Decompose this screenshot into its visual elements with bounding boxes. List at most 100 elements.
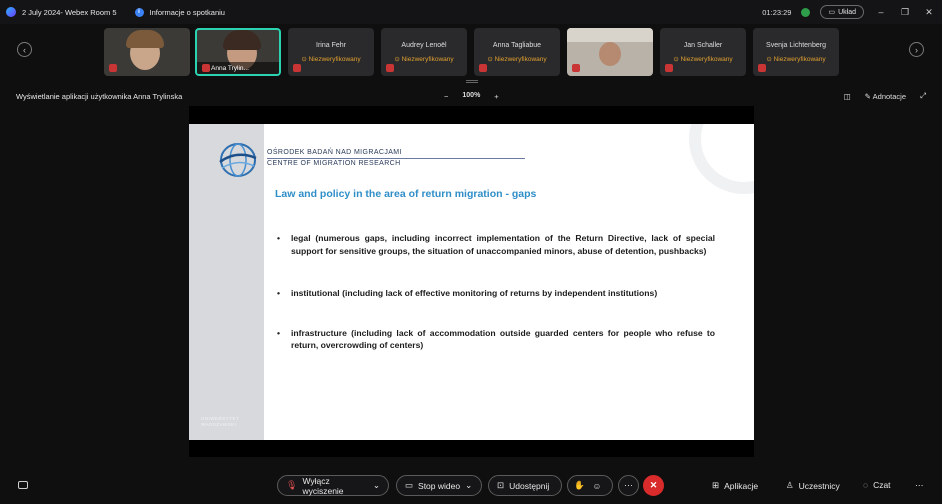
meeting-timer: 01:23:29 (762, 7, 792, 17)
restore-icon[interactable]: ❐ (898, 7, 912, 18)
microphone-muted-icon (202, 64, 210, 72)
participant-hair (126, 30, 164, 48)
camera-icon: ▭ (405, 480, 414, 490)
participant-status: ⊙ Niezweryfikowany (673, 56, 733, 63)
captions-icon[interactable] (18, 481, 28, 489)
person-icon: ♙ (786, 480, 794, 490)
participant-status: ⊙ Niezweryfikowany (487, 56, 547, 63)
microphone-off-icon: 🎙 (286, 480, 298, 490)
bullet-list: legal (numerous gaps, including incorrec… (275, 232, 715, 352)
minimize-icon[interactable]: – (874, 7, 888, 17)
apps-label: Aplikacje (724, 480, 759, 491)
share-title: Wyświetlanie aplikacji użytkownika Anna … (16, 92, 183, 101)
more-icon: ⋯ (624, 480, 633, 490)
participant-tile[interactable] (567, 28, 653, 76)
participant-tile[interactable]: Anna Tagliabue ⊙ Niezweryfikowany (474, 28, 560, 76)
leave-meeting-button[interactable]: ✕ (643, 475, 664, 496)
participant-status: ⊙ Niezweryfikowany (394, 56, 454, 63)
zoom-in-button[interactable]: + (494, 92, 498, 101)
resize-grip[interactable] (466, 80, 478, 83)
participant-background (567, 28, 653, 42)
microphone-muted-icon (109, 64, 117, 72)
chevron-down-icon[interactable]: ⌄ (373, 480, 380, 491)
participant-name: Anna Trylin... (211, 64, 249, 72)
org-divider (267, 158, 525, 159)
annotate-button[interactable]: ✎ Adnotacje (865, 92, 906, 101)
participant-strip: ‹ Anna Trylin... Irina Fehr ⊙ Niezweryfi… (0, 24, 942, 82)
presentation-slide: OŚRODEK BADAŃ NAD MIGRACJAMI CENTRE OF M… (189, 124, 754, 440)
slide-title: Law and policy in the area of return mig… (275, 188, 537, 200)
chevron-right-icon[interactable]: › (909, 42, 924, 57)
chat-button[interactable]: ◌ Czat (863, 480, 891, 490)
more-options-button[interactable]: ⋯ (618, 475, 639, 496)
chevron-left-icon[interactable]: ‹ (17, 42, 32, 57)
participant-name: Audrey Lenoël (401, 42, 447, 49)
watermark-globe (689, 124, 754, 194)
layout-button[interactable]: ▭ Układ (820, 5, 864, 19)
more-panels-button[interactable]: ⋯ (915, 480, 924, 491)
raise-hand-icon[interactable]: ✋ (574, 480, 585, 491)
stop-video-button[interactable]: ▭ Stop wideo ⌄ (396, 475, 482, 496)
close-icon[interactable]: ✕ (922, 7, 936, 18)
share-header: Wyświetlanie aplikacji użytkownika Anna … (0, 88, 942, 106)
participant-tile[interactable]: Audrey Lenoël ⊙ Niezweryfikowany (381, 28, 467, 76)
stop-video-label: Stop wideo (418, 480, 461, 491)
more-icon: ⋯ (915, 480, 924, 490)
chat-label: Czat (873, 480, 891, 490)
participant-status: ⊙ Niezweryfikowany (766, 56, 826, 63)
popout-icon[interactable]: ◫ (844, 92, 851, 101)
meeting-title: 2 July 2024- Webex Room 5 (22, 7, 117, 17)
title-bar: 2 July 2024- Webex Room 5 i Informacje o… (0, 0, 942, 24)
participant-tile[interactable]: Irina Fehr ⊙ Niezweryfikowany (288, 28, 374, 76)
share-button[interactable]: ⊡ Udostępnij (488, 475, 562, 496)
participants-label: Uczestnicy (798, 480, 840, 491)
cmr-logo-icon (219, 143, 257, 177)
layout-icon: ▭ (828, 9, 836, 16)
org-name-pl: OŚRODEK BADAŃ NAD MIGRACJAMI (267, 149, 402, 156)
layout-label: Układ (838, 8, 856, 16)
reaction-icon[interactable]: ☺ (593, 481, 602, 491)
meeting-info-link[interactable]: Informacje o spotkaniu (150, 8, 225, 17)
bullet-item: infrastructure (including lack of accomm… (275, 327, 715, 352)
reactions-group[interactable]: ✋ ☺ (567, 475, 613, 496)
chat-icon: ◌ (863, 480, 869, 490)
participant-hair (223, 30, 261, 50)
bullet-item: institutional (including lack of effecti… (275, 287, 715, 300)
pen-icon: ✎ (864, 91, 871, 101)
participant-status: ⊙ Niezweryfikowany (301, 56, 361, 63)
chevron-down-icon[interactable]: ⌄ (465, 480, 472, 491)
bullet-item: legal (numerous gaps, including incorrec… (275, 232, 715, 257)
info-icon[interactable]: i (134, 7, 144, 17)
microphone-muted-icon (293, 64, 301, 72)
participant-tile[interactable] (104, 28, 190, 76)
control-bar: 🎙 Wyłącz wyciszenie ⌄ ▭ Stop wideo ⌄ ⊡ U… (0, 470, 942, 500)
university-logo: UNIWERSYTET WARSZAWSKI (201, 416, 240, 427)
zoom-controls: − 100% + (444, 92, 499, 101)
share-label: Udostępnij (509, 480, 550, 491)
fullscreen-icon[interactable]: ⤢ (920, 91, 926, 101)
apps-button[interactable]: ⊞ Aplikacje (712, 480, 758, 491)
zoom-out-button[interactable]: − (444, 92, 448, 101)
participant-name: Irina Fehr (316, 42, 346, 49)
unmute-button[interactable]: 🎙 Wyłącz wyciszenie ⌄ (277, 475, 389, 496)
participant-video (599, 42, 621, 66)
participants-button[interactable]: ♙ Uczestnicy (786, 480, 840, 491)
shield-icon[interactable] (801, 7, 811, 17)
microphone-muted-icon (572, 64, 580, 72)
zoom-level: 100% (462, 92, 481, 99)
share-screen-icon: ⊡ (497, 480, 505, 490)
microphone-muted-icon (665, 64, 673, 72)
participant-tile[interactable]: Jan Schaller ⊙ Niezweryfikowany (660, 28, 746, 76)
org-name-en: CENTRE OF MIGRATION RESEARCH (267, 160, 401, 167)
participant-name: Jan Schaller (683, 42, 723, 49)
microphone-muted-icon (386, 64, 394, 72)
participant-name: Svenja Lichtenberg (766, 42, 826, 49)
annotate-label: Adnotacje (872, 91, 906, 101)
participant-tile-active[interactable]: Anna Trylin... (195, 28, 281, 76)
unmute-label: Wyłącz wyciszenie (302, 475, 344, 496)
participant-tile[interactable]: Svenja Lichtenberg ⊙ Niezweryfikowany (753, 28, 839, 76)
microphone-muted-icon (758, 64, 766, 72)
close-icon: ✕ (649, 480, 658, 490)
apps-icon: ⊞ (712, 480, 720, 490)
participant-name: Anna Tagliabue (492, 42, 542, 49)
